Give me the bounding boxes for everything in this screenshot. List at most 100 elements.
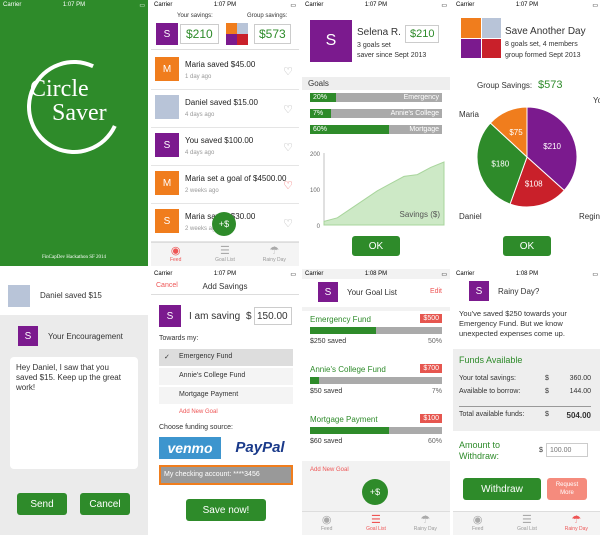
splash-footer: FinCapDev Hackathon SF 2014 (41, 255, 107, 260)
goal-option[interactable]: Mortgage Payment (159, 387, 293, 405)
tab-rainy-day[interactable]: ☂ Rainy Day (250, 243, 299, 266)
withdraw-button[interactable]: Withdraw (463, 478, 541, 500)
currency-label: $ (246, 311, 252, 322)
goal-option-label: Emergency Fund (179, 353, 233, 360)
withdraw-input[interactable] (546, 443, 588, 457)
tab-rainy-day[interactable]: ☂ Rainy Day (401, 512, 450, 535)
goal-progress-bar: 20% Emergency (310, 93, 442, 102)
ok-button[interactable]: OK (503, 236, 551, 256)
total-label: Total available funds: (459, 411, 525, 418)
tab-goal-list[interactable]: ☰ Goal List (351, 512, 400, 535)
profile-sub2: saver since Sept 2013 (357, 52, 427, 59)
add-goal-link[interactable]: Add New Goal (179, 409, 218, 415)
your-savings-value: $210 (180, 24, 219, 44)
goal-list-item[interactable]: Mortgage Payment $100 $60 saved 60% (310, 414, 442, 455)
tab-label: Rainy Day (262, 257, 286, 263)
status-time: 1:07 PM (364, 2, 388, 8)
heart-icon[interactable]: ♡ (283, 103, 293, 116)
tab-feed[interactable]: ◉ Feed (453, 512, 502, 535)
amount-input[interactable]: 150.00 (254, 307, 292, 325)
edit-link[interactable]: Edit (430, 288, 442, 295)
slice-name-label: Daniel (459, 212, 482, 221)
tab-bar: ◉ Feed ☰ Goal List ☂ Rainy Day (453, 511, 600, 535)
add-savings-fab[interactable]: +$ (362, 479, 388, 505)
heart-icon[interactable]: ♡ (283, 179, 293, 192)
request-more-button[interactable]: Request More (547, 478, 587, 500)
venmo-option[interactable]: venmo (159, 437, 221, 459)
profile-screen: Carrier 1:07 PM ▭ S Selena R. $210 3 goals… (302, 0, 450, 266)
user-avatar: S (156, 23, 178, 45)
save-now-button[interactable]: Save now! (186, 499, 266, 521)
group-avatar (226, 23, 248, 45)
feed-item[interactable]: M Maria saved $45.00 1 day ago ♡ (151, 52, 299, 90)
heart-icon[interactable]: ♡ (283, 141, 293, 154)
logo-text-line1: Circle (30, 76, 89, 102)
feed-item[interactable]: S You saved $100.00 4 days ago ♡ (151, 128, 299, 166)
list-icon: ☰ (220, 245, 230, 257)
group-savings-value: $573 (254, 24, 291, 44)
goal-percent: 20% (313, 94, 328, 101)
encourage-header: Daniel saved $15 (0, 269, 148, 315)
goal-progress-bar (310, 327, 442, 334)
request-label-1: Request (555, 482, 579, 488)
encourage-message: Hey Daniel, I saw that you saved $15. Ke… (16, 363, 121, 392)
status-bar: Carrier 1:07 PM ▭ (0, 0, 148, 10)
tab-feed[interactable]: ◉ Feed (302, 512, 351, 535)
encourage-message-box[interactable]: Hey Daniel, I saw that you saved $15. Ke… (10, 357, 138, 469)
total-currency: $ (545, 411, 549, 418)
status-time: 1:08 PM (364, 271, 388, 277)
tab-label: Goal List (366, 526, 386, 532)
goal-percent: 60% (427, 438, 442, 445)
heart-icon[interactable]: ♡ (283, 65, 293, 78)
add-savings-screen: Carrier 1:07 PM ▭ Cancel Add Savings S I a… (151, 269, 299, 535)
tab-goal-list[interactable]: ☰ Goal List (200, 243, 249, 266)
status-time: 1:07 PM (62, 2, 86, 8)
goal-option[interactable]: ✓ Emergency Fund (159, 349, 293, 367)
goal-list-item[interactable]: Emergency Fund $500 $250 saved 50% (310, 314, 442, 355)
tab-feed[interactable]: ◉ Feed (151, 243, 200, 266)
goal-progress-bar (310, 427, 442, 434)
tab-goal-list[interactable]: ☰ Goal List (502, 512, 551, 535)
profile-amount: $210 (405, 25, 440, 43)
add-savings-fab[interactable]: +$ (212, 212, 236, 236)
goal-progress-fill (310, 427, 390, 434)
feed-time: 4 days ago (185, 150, 215, 156)
feed-avatar: M (155, 57, 179, 81)
goal-list-item[interactable]: Annie's College Fund $700 $50 saved 7% (310, 364, 442, 405)
y-tick-label: 0 (317, 224, 321, 230)
send-button[interactable]: Send (17, 493, 67, 515)
ok-button[interactable]: OK (352, 236, 400, 256)
group-title: Save Another Day (505, 26, 586, 37)
feed-text: Maria set a goal of $4500.00 (185, 174, 287, 183)
status-time: 1:08 PM (515, 271, 539, 277)
feed-item[interactable]: Daniel saved $15.00 4 days ago ♡ (151, 90, 299, 128)
group-pie-chart: $210 You $108 Regina $180 Daniel $75 Maria (459, 96, 600, 221)
group-screen: Carrier 1:07 PM ▭ Save Another Day 8 goals… (453, 0, 600, 266)
goal-list-screen: Carrier 1:08 PM ▭ S Your Goal List Edit Em… (302, 269, 450, 535)
goal-option[interactable]: Annie's College Fund (159, 368, 293, 386)
savings-line-chart: 200 100 0 Savings ($) (310, 152, 445, 230)
funds-row-currency: $ (545, 375, 549, 382)
feed-item[interactable]: M Maria set a goal of $4500.00 2 weeks ago… (151, 166, 299, 204)
feed-icon: ◉ (321, 514, 332, 526)
goal-saved: $60 saved (310, 438, 343, 445)
checking-account-option[interactable]: My checking account: ****3456 (159, 465, 293, 485)
funds-panel: Funds Available Your total savings: $360.… (453, 349, 600, 431)
goal-percent: 60% (313, 126, 328, 133)
heart-icon[interactable]: ♡ (283, 217, 293, 230)
add-goal-link[interactable]: Add New Goal (310, 467, 349, 473)
tab-rainy-day[interactable]: ☂ Rainy Day (552, 512, 600, 535)
chart-label: Savings ($) (400, 210, 441, 219)
feed-icon: ◉ (472, 514, 483, 526)
withdraw-label2: Withdraw: (459, 451, 500, 461)
goal-name: Emergency (403, 94, 439, 101)
paypal-option[interactable]: PayPal (226, 437, 294, 459)
slice-value-label: $210 (543, 142, 561, 151)
status-bar: Carrier 1:07 PM ▭ (302, 0, 450, 10)
nav-bar: Cancel Add Savings (151, 279, 299, 295)
goal-saved: $250 saved (310, 338, 347, 345)
slice-value-label: $108 (525, 180, 543, 189)
group-avatar (461, 18, 501, 58)
cancel-button[interactable]: Cancel (80, 493, 130, 515)
checkmark-icon: ✓ (164, 354, 170, 361)
